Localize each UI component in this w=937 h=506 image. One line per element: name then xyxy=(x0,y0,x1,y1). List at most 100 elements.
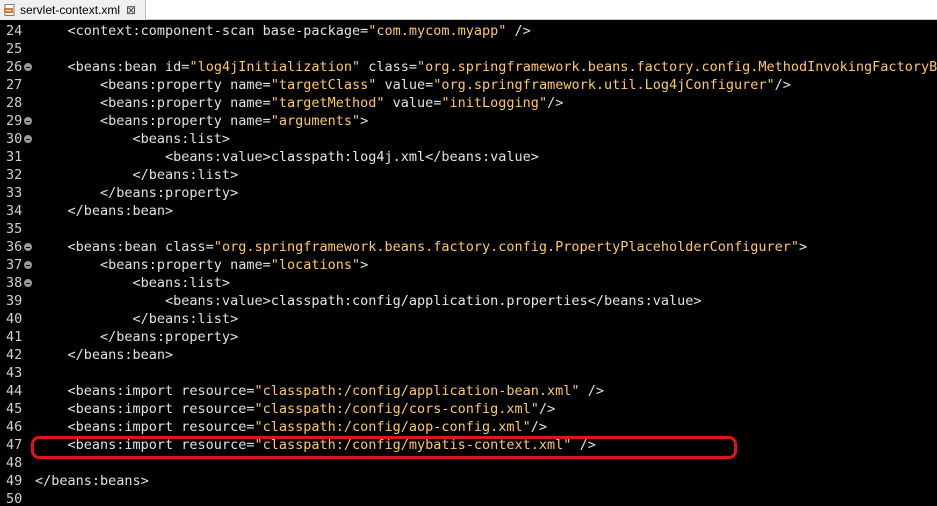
markup-token: /> xyxy=(571,437,596,453)
line-number: 47 xyxy=(6,437,23,453)
code-text: <beans:import resource="classpath:/confi… xyxy=(35,400,556,418)
markup-token: /> xyxy=(579,383,604,399)
code-line[interactable]: 40 </beans:list> xyxy=(0,310,937,328)
code-line[interactable]: 30 <beans:list> xyxy=(0,130,937,148)
line-number: 27 xyxy=(6,77,23,93)
code-text: <beans:list> xyxy=(35,274,231,292)
attribute-value: "arguments" xyxy=(270,113,361,129)
code-line[interactable]: 42 </beans:bean> xyxy=(0,346,937,364)
code-line[interactable]: 33 </beans:property> xyxy=(0,184,937,202)
line-number: 50 xyxy=(6,491,23,506)
code-text: <beans:property name="targetMethod" valu… xyxy=(35,94,563,112)
attribute-value: "log4jInitialization" xyxy=(189,59,361,75)
code-text: <beans:import resource="classpath:/confi… xyxy=(35,436,596,454)
code-text: <beans:value>classpath:log4j.xml</beans:… xyxy=(35,148,539,166)
code-text: </beans:property> xyxy=(35,184,238,202)
markup-token: </beans:property> xyxy=(35,329,239,345)
attribute-value: "org.springframework.beans.factory.confi… xyxy=(417,59,937,75)
code-line[interactable]: 41 </beans:property> xyxy=(0,328,937,346)
code-line[interactable]: 29 <beans:property name="arguments"> xyxy=(0,112,937,130)
fold-collapse-icon[interactable] xyxy=(24,135,32,143)
markup-token: /> xyxy=(774,77,791,93)
code-line[interactable]: 37 <beans:property name="locations"> xyxy=(0,256,937,274)
fold-collapse-icon[interactable] xyxy=(24,261,32,269)
code-text: </beans:bean> xyxy=(35,346,174,364)
code-line[interactable]: 31 <beans:value>classpath:log4j.xml</bea… xyxy=(0,148,937,166)
editor-window: servlet-context.xml ⊠ 24 <context:compon… xyxy=(0,0,937,506)
code-text: <beans:bean id="log4jInitialization" cla… xyxy=(35,58,937,76)
markup-token: </beans:bean> xyxy=(35,203,174,219)
attribute-value: "classpath:/config/aop-config.xml" xyxy=(254,419,531,435)
attribute-value: "locations" xyxy=(270,257,361,273)
code-text: <beans:list> xyxy=(35,130,231,148)
code-text: <beans:property name="arguments"> xyxy=(35,112,368,130)
code-line[interactable]: 44 <beans:import resource="classpath:/co… xyxy=(0,382,937,400)
code-line[interactable]: 50 xyxy=(0,490,937,506)
code-text: </beans:list> xyxy=(35,166,239,184)
line-number: 48 xyxy=(6,455,23,471)
code-line[interactable]: 46 <beans:import resource="classpath:/co… xyxy=(0,418,937,436)
attribute-value: "targetClass" xyxy=(270,77,377,93)
code-line[interactable]: 26 <beans:bean id="log4jInitialization" … xyxy=(0,58,937,76)
fold-collapse-icon[interactable] xyxy=(24,63,32,71)
code-line[interactable]: 43 xyxy=(0,364,937,382)
markup-token: /> xyxy=(530,419,548,435)
attribute-value: "org.springframework.beans.factory.confi… xyxy=(213,239,800,255)
line-number: 28 xyxy=(6,95,23,111)
code-text: </beans:property> xyxy=(35,328,238,346)
code-line[interactable]: 28 <beans:property name="targetMethod" v… xyxy=(0,94,937,112)
code-line[interactable]: 25 xyxy=(0,40,937,58)
markup-token: <context:component-scan base-package= xyxy=(35,23,369,39)
markup-token: <beans:bean class= xyxy=(35,239,214,255)
code-line[interactable]: 34 </beans:bean> xyxy=(0,202,937,220)
markup-token: <beans:bean id= xyxy=(35,59,190,75)
fold-collapse-icon[interactable] xyxy=(24,117,32,125)
markup-token: <beans:list> xyxy=(35,275,231,291)
line-number: 42 xyxy=(6,347,23,363)
code-text: </beans:list> xyxy=(35,310,239,328)
code-line[interactable]: 49 </beans:beans> xyxy=(0,472,937,490)
line-number: 38 xyxy=(6,275,23,291)
markup-token: <beans:property name= xyxy=(35,95,271,111)
code-line[interactable]: 24 <context:component-scan base-package=… xyxy=(0,22,937,40)
markup-token: <beans:list> xyxy=(35,131,231,147)
markup-token: <beans:property name= xyxy=(35,257,271,273)
markup-token: </beans:beans> xyxy=(35,473,149,489)
markup-token: <beans:value> xyxy=(35,149,271,165)
code-line[interactable]: 45 <beans:import resource="classpath:/co… xyxy=(0,400,937,418)
code-line[interactable]: 39 <beans:value>classpath:config/applica… xyxy=(0,292,937,310)
code-text: <beans:property name="targetClass" value… xyxy=(35,76,791,94)
line-number: 25 xyxy=(6,41,23,57)
markup-token: </beans:list> xyxy=(35,167,239,183)
line-number: 30 xyxy=(6,131,23,147)
markup-token: value= xyxy=(376,77,434,93)
code-line[interactable]: 38 <beans:list> xyxy=(0,274,937,292)
attribute-value: "classpath:/config/mybatis-context.xml" xyxy=(254,437,572,453)
code-text: <beans:property name="locations"> xyxy=(35,256,368,274)
code-line[interactable]: 48 xyxy=(0,454,937,472)
markup-token: class= xyxy=(360,59,418,75)
code-line[interactable]: 27 <beans:property name="targetClass" va… xyxy=(0,76,937,94)
code-editor[interactable]: 24 <context:component-scan base-package=… xyxy=(0,20,937,506)
code-text: <beans:import resource="classpath:/confi… xyxy=(35,418,548,436)
line-number: 24 xyxy=(6,23,23,39)
tab-servlet-context[interactable]: servlet-context.xml ⊠ xyxy=(0,0,146,20)
markup-token: <beans:import resource= xyxy=(35,383,255,399)
attribute-value: "initLogging" xyxy=(441,95,548,111)
fold-collapse-icon[interactable] xyxy=(24,279,32,287)
attribute-value: "org.springframework.util.Log4jConfigure… xyxy=(433,77,775,93)
markup-token: > xyxy=(360,113,369,129)
code-line[interactable]: 32 </beans:list> xyxy=(0,166,937,184)
fold-collapse-icon[interactable] xyxy=(24,243,32,251)
tab-bar: servlet-context.xml ⊠ xyxy=(0,0,937,20)
xml-file-icon xyxy=(4,4,16,16)
code-text: <context:component-scan base-package="co… xyxy=(35,22,531,40)
markup-token: </beans:value> xyxy=(587,293,702,309)
code-line[interactable]: 36 <beans:bean class="org.springframewor… xyxy=(0,238,937,256)
markup-token: <beans:value> xyxy=(35,293,271,309)
close-icon[interactable]: ⊠ xyxy=(126,3,136,17)
code-text: <beans:bean class="org.springframework.b… xyxy=(35,238,808,256)
attribute-value: "targetMethod" xyxy=(270,95,385,111)
code-line[interactable]: 47 <beans:import resource="classpath:/co… xyxy=(0,436,937,454)
code-line[interactable]: 35 xyxy=(0,220,937,238)
